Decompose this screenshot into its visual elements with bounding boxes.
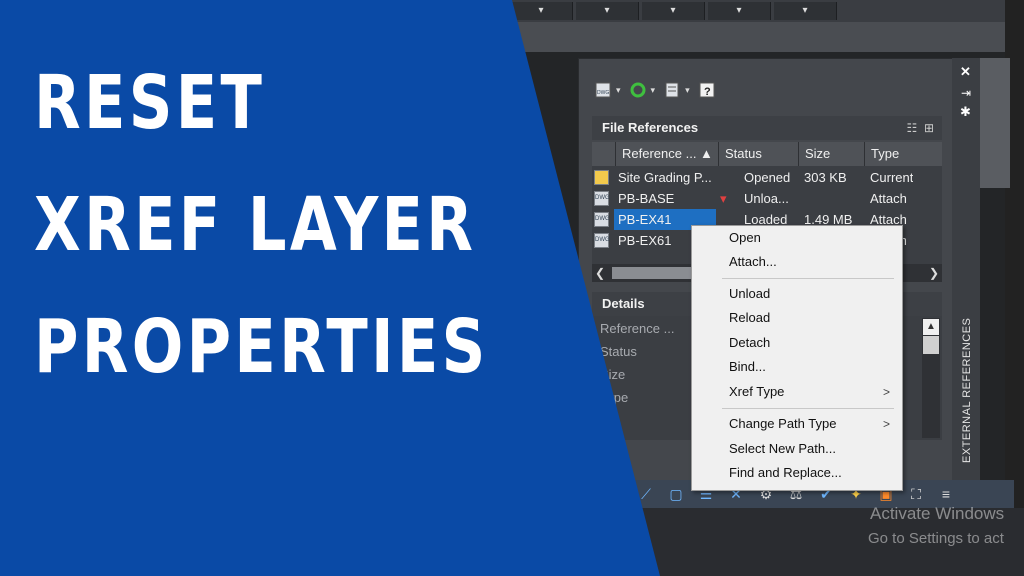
thumbnail-title-line-2: XREF LAYER — [34, 182, 477, 268]
menu-item-bind[interactable]: Bind... — [692, 355, 902, 379]
menu-item-find-and-replace[interactable]: Find and Replace... — [692, 461, 902, 485]
submenu-arrow-icon: > — [882, 385, 890, 399]
menu-item-open[interactable]: Open — [692, 226, 902, 250]
menu-separator — [722, 408, 894, 409]
menu-item-detach[interactable]: Detach — [692, 331, 902, 355]
menu-separator — [722, 278, 894, 279]
submenu-arrow-icon: > — [882, 417, 890, 431]
menu-item-reload[interactable]: Reload — [692, 306, 902, 330]
menu-item-xref-type[interactable]: Xref Type > — [692, 380, 902, 404]
thumbnail-title-line-3: PROPERTIES — [34, 304, 489, 390]
context-menu: Open Attach... Unload Reload Detach Bind… — [691, 225, 903, 491]
menu-item-unload[interactable]: Unload — [692, 282, 902, 306]
menu-item-change-path-type[interactable]: Change Path Type > — [692, 412, 902, 436]
thumbnail-title-line-1: RESET — [34, 60, 266, 146]
menu-item-select-new-path[interactable]: Select New Path... — [692, 437, 902, 461]
menu-item-attach[interactable]: Attach... — [692, 250, 902, 274]
